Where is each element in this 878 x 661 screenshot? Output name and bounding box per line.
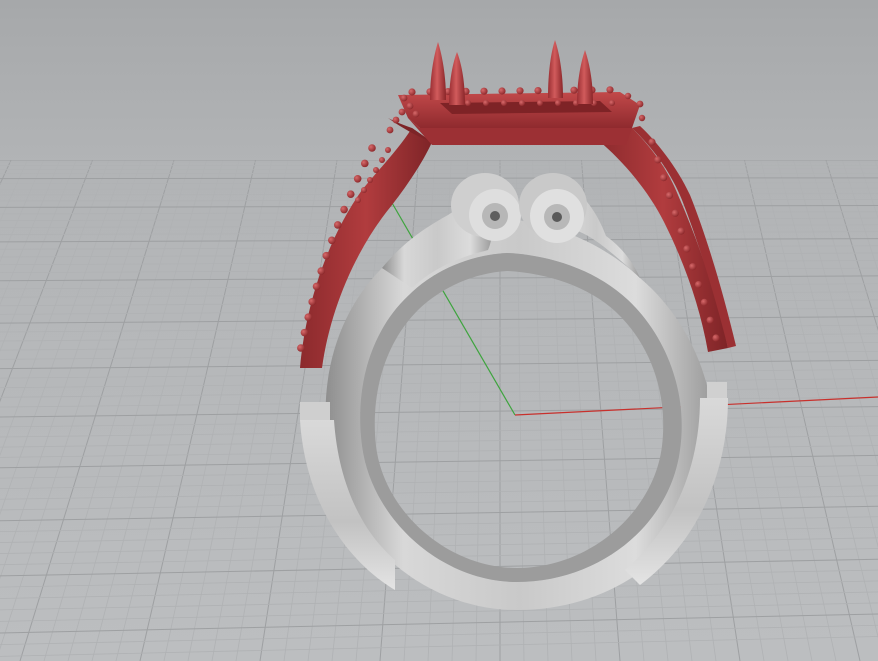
pave-bead <box>398 108 406 116</box>
pave-bead <box>312 282 321 291</box>
left-shank-step <box>300 402 330 420</box>
pave-bead <box>465 100 471 106</box>
pave-bead <box>353 174 362 183</box>
grid-line <box>0 172 878 175</box>
pave-bead <box>537 100 543 106</box>
pave-bead <box>297 344 305 352</box>
pave-bead <box>368 144 376 152</box>
pave-bead <box>519 100 525 106</box>
pave-bead <box>694 280 703 289</box>
pave-bead <box>367 177 373 183</box>
pave-bead <box>480 87 488 95</box>
pave-bead <box>689 263 697 271</box>
pave-bead <box>379 157 385 163</box>
pave-bead <box>516 87 524 95</box>
pave-bead <box>322 251 331 260</box>
pave-bead <box>700 298 708 306</box>
pave-bead <box>392 116 400 124</box>
pave-bead <box>400 94 408 102</box>
pave-bead <box>712 334 720 342</box>
pave-bead <box>648 138 656 146</box>
pave-bead <box>570 86 578 94</box>
pave-bead <box>333 221 342 229</box>
pave-bead <box>683 245 691 253</box>
pave-bead <box>412 110 420 118</box>
pave-bead <box>677 227 685 235</box>
pave-bead <box>317 267 326 275</box>
pave-bead <box>361 187 367 193</box>
pave-bead <box>501 100 507 106</box>
pave-bead <box>373 167 379 173</box>
pave-bead <box>483 100 489 106</box>
pave-bead <box>624 92 632 100</box>
pave-bead <box>328 236 336 245</box>
pave-bead <box>340 205 348 214</box>
pave-bead <box>671 209 679 217</box>
pave-bead <box>534 87 542 95</box>
pave-bead <box>355 197 361 203</box>
pave-bead <box>408 88 416 96</box>
pave-bead <box>555 100 561 106</box>
pave-bead <box>638 114 646 122</box>
pave-bead <box>665 191 674 200</box>
pave-bead <box>304 313 313 322</box>
pave-bead <box>660 174 668 182</box>
3d-viewport[interactable] <box>0 0 878 661</box>
pave-bead <box>360 159 369 168</box>
pave-bead <box>636 100 644 108</box>
viewport-canvas[interactable] <box>0 0 878 661</box>
pave-bead <box>706 316 714 324</box>
pave-bead <box>308 298 317 306</box>
pave-bead <box>386 126 394 134</box>
pave-bead <box>606 86 614 94</box>
pave-bead <box>406 102 414 110</box>
pave-bead <box>300 328 309 337</box>
right-shank-step <box>707 382 727 398</box>
pave-bead <box>385 147 391 153</box>
pave-bead <box>346 190 355 198</box>
pave-bead <box>654 156 662 164</box>
pave-bead <box>498 87 506 95</box>
pave-bead <box>609 100 615 106</box>
